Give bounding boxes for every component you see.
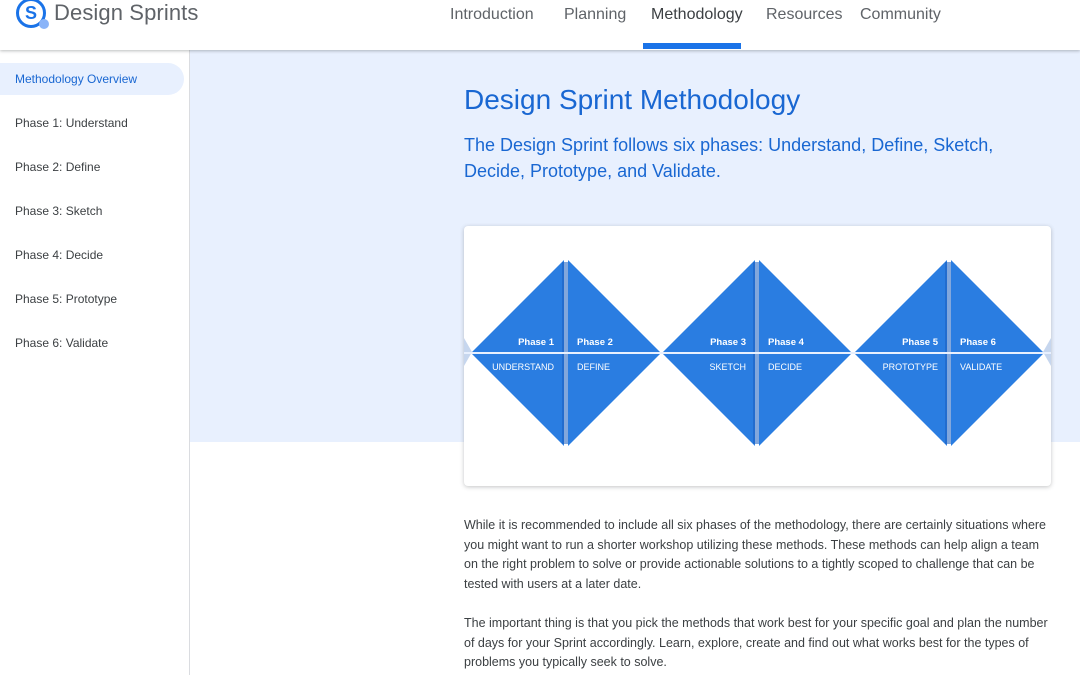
nav-active-indicator xyxy=(643,43,741,49)
phase-2-name: DEFINE xyxy=(577,362,610,372)
sidebar-item-methodology-overview[interactable]: Methodology Overview xyxy=(0,63,184,95)
phase-5-number: Phase 5 xyxy=(902,337,939,348)
nav-community[interactable]: Community xyxy=(860,6,941,24)
sidebar: Methodology Overview Phase 1: Understand… xyxy=(0,50,190,675)
page-subtitle: The Design Sprint follows six phases: Un… xyxy=(464,135,994,181)
sidebar-item-phase-1[interactable]: Phase 1: Understand xyxy=(0,107,184,139)
phase-5-name: PROTOTYPE xyxy=(883,362,938,372)
sidebar-item-phase-3[interactable]: Phase 3: Sketch xyxy=(0,195,184,227)
brand-logo[interactable]: S Design Sprints xyxy=(16,0,198,29)
phase-1-number: Phase 1 xyxy=(518,337,555,348)
phase-6-name: VALIDATE xyxy=(960,362,1002,372)
top-app-bar: S Design Sprints Introduction Planning M… xyxy=(0,0,1080,50)
sidebar-item-phase-4[interactable]: Phase 4: Decide xyxy=(0,239,184,271)
phase-1-name: UNDERSTAND xyxy=(492,362,554,372)
phase-4-number: Phase 4 xyxy=(768,337,805,348)
page-title: Design Sprint Methodology xyxy=(464,84,801,115)
logo-letter: S xyxy=(24,2,37,23)
phase-4-name: DECIDE xyxy=(768,362,802,372)
phase-6-number: Phase 6 xyxy=(960,337,996,348)
methodology-diagram-card: Phase 1 UNDERSTAND Phase 2 DEFINE Phase … xyxy=(464,226,1051,486)
nav-resources[interactable]: Resources xyxy=(766,6,842,24)
nav-methodology[interactable]: Methodology xyxy=(651,6,743,24)
six-phase-diagram: Phase 1 UNDERSTAND Phase 2 DEFINE Phase … xyxy=(464,260,1051,446)
phase-3-number: Phase 3 xyxy=(710,337,746,348)
phase-2-number: Phase 2 xyxy=(577,337,613,348)
body-paragraph-1: While it is recommended to include all s… xyxy=(464,518,1047,591)
sidebar-item-phase-5[interactable]: Phase 5: Prototype xyxy=(0,283,184,315)
body-paragraph-2: The important thing is that you pick the… xyxy=(464,616,1048,670)
phase-3-name: SKETCH xyxy=(709,362,746,372)
nav-planning[interactable]: Planning xyxy=(564,6,626,24)
brand-name: Design Sprints xyxy=(54,0,199,25)
nav-introduction[interactable]: Introduction xyxy=(450,6,534,24)
sidebar-item-phase-6[interactable]: Phase 6: Validate xyxy=(0,327,184,359)
sidebar-item-phase-2[interactable]: Phase 2: Define xyxy=(0,151,184,183)
design-sprints-logo-icon: S xyxy=(16,0,49,29)
